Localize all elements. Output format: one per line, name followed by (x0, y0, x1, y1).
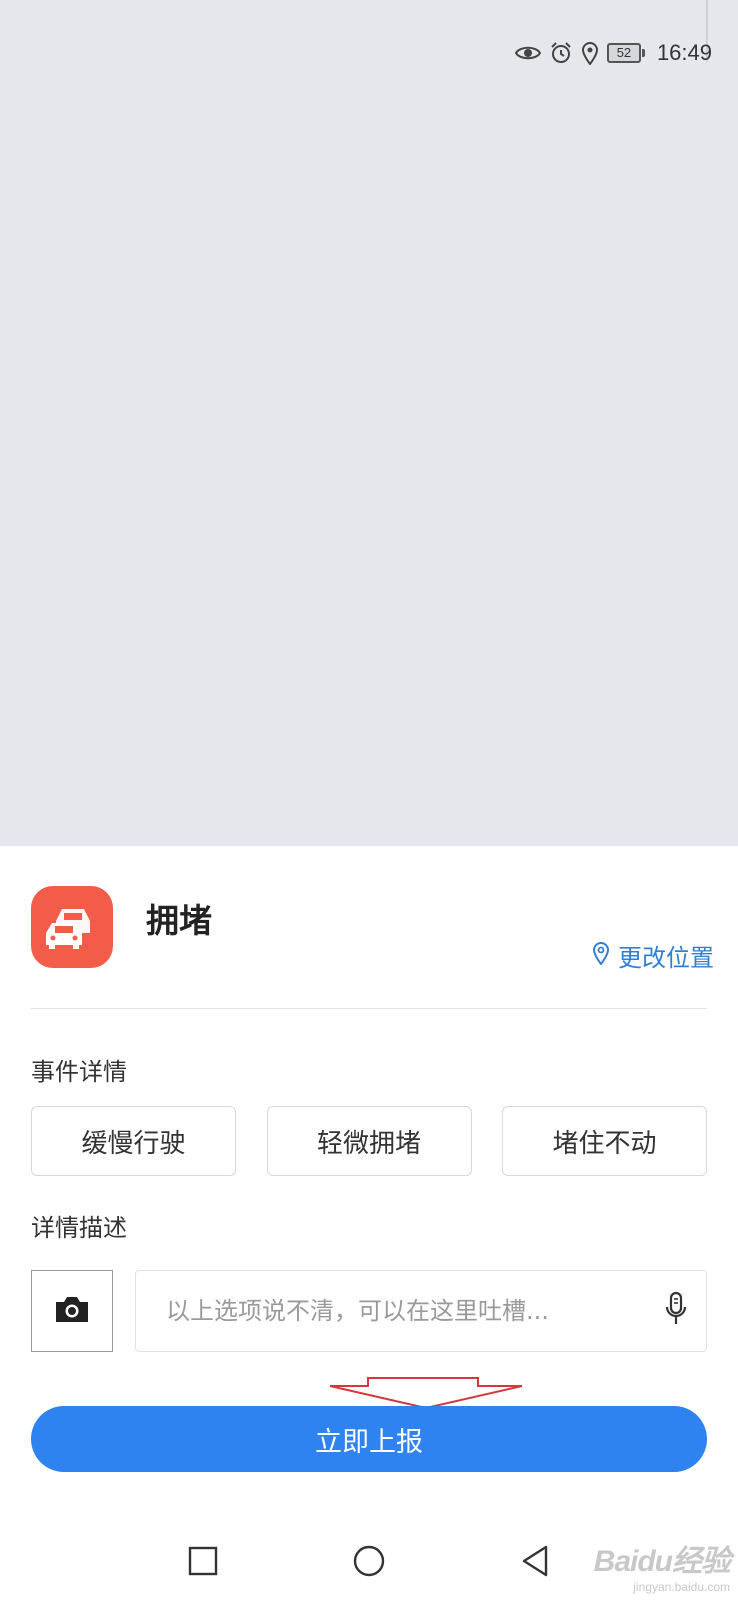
voice-input-button[interactable] (646, 1270, 706, 1352)
eye-icon (514, 44, 541, 62)
location-icon (581, 41, 599, 65)
status-time: 16:49 (656, 40, 712, 65)
submit-report-button[interactable]: 立即上报 (31, 1406, 707, 1472)
microphone-icon (664, 1291, 688, 1331)
watermark-logo: Baidu经验 (593, 1545, 731, 1578)
option-slow-driving[interactable]: 缓慢行驶 (31, 1106, 236, 1176)
battery-tip (641, 49, 645, 57)
watermark: Baidu经验 jingyan.baidu.com (593, 1536, 731, 1594)
report-sheet: 拥堵 更改位置 事件详情 缓慢行驶 轻微拥堵 堵住不动 详情描述 以上选项说不清… (0, 846, 738, 1526)
back-button[interactable] (511, 1539, 559, 1587)
circle-icon (352, 1544, 386, 1582)
screen: 52 16:49 拥堵 更改位置 事件详情 缓慢行驶 轻微拥堵 堵住不动 详情描… (0, 0, 738, 1600)
alarm-icon (549, 41, 573, 65)
change-location-label: 更改位置 (618, 944, 714, 972)
camera-button[interactable] (31, 1270, 113, 1352)
recent-apps-button[interactable] (179, 1539, 227, 1587)
watermark-url: jingyan.baidu.com (633, 1580, 730, 1594)
option-standstill[interactable]: 堵住不动 (502, 1106, 707, 1176)
description-input[interactable] (136, 1280, 646, 1342)
header-divider (31, 1008, 707, 1009)
home-button[interactable] (345, 1539, 393, 1587)
battery-level: 52 (606, 43, 641, 63)
change-location-button[interactable]: 更改位置 (592, 938, 714, 973)
square-icon (188, 1546, 218, 1580)
status-bar: 52 16:49 (514, 36, 712, 70)
back-triangle-icon (520, 1544, 550, 1582)
description-label: 详情描述 (31, 1214, 127, 1242)
location-pin-icon (592, 941, 610, 971)
event-details-label: 事件详情 (31, 1058, 127, 1086)
option-light-congestion[interactable]: 轻微拥堵 (266, 1106, 472, 1176)
event-detail-options: 缓慢行驶 轻微拥堵 堵住不动 (31, 1106, 707, 1176)
car-traffic-icon (31, 886, 113, 968)
event-title: 拥堵 (146, 901, 212, 940)
description-field (135, 1270, 707, 1352)
battery-icon: 52 (606, 43, 645, 63)
map-overlay[interactable]: 52 16:49 (0, 0, 738, 846)
camera-icon (54, 1294, 90, 1328)
